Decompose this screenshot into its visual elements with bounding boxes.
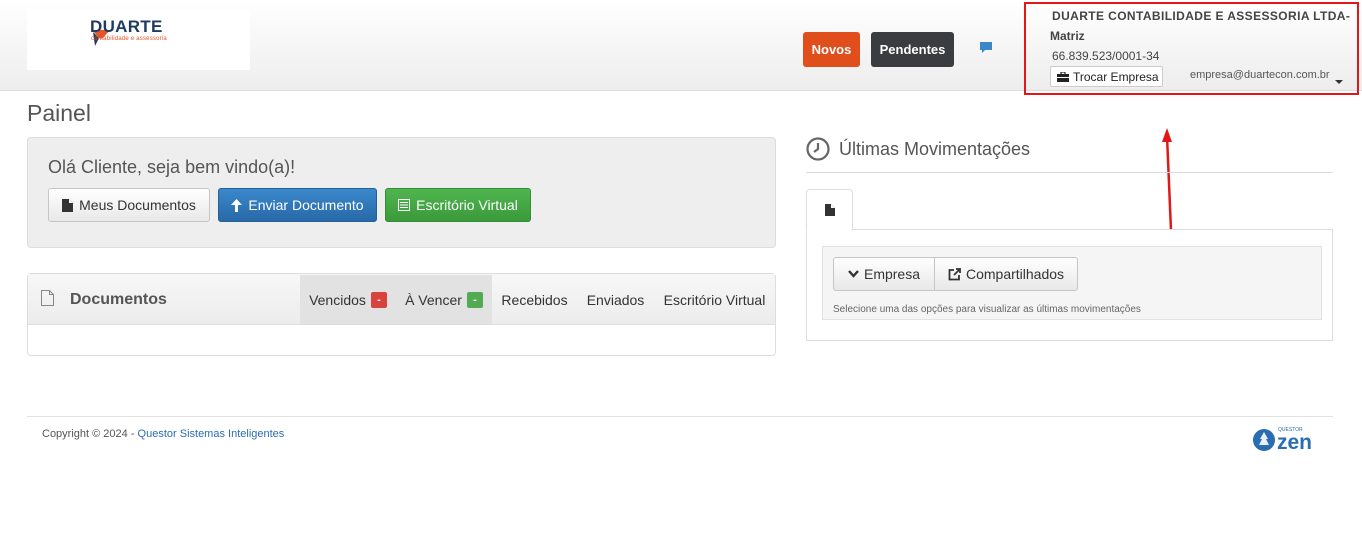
tab-enviados[interactable]: Enviados: [577, 275, 654, 324]
file-icon: [62, 198, 74, 212]
logo-tagline: contabilidade e assessoria: [91, 36, 167, 42]
tab-a-vencer[interactable]: À Vencer -: [396, 275, 492, 324]
compartilhados-button[interactable]: Compartilhados: [934, 257, 1078, 291]
company-cnpj: 66.839.523/0001-34: [1052, 49, 1160, 63]
copyright-text: Copyright © 2024 -: [42, 428, 138, 440]
pendentes-button[interactable]: Pendentes: [871, 32, 954, 67]
chevron-down-icon: [848, 270, 859, 278]
list-icon: [398, 199, 411, 211]
welcome-greeting: Olá Cliente, seja bem vindo(a)!: [48, 157, 296, 177]
tab-escritorio-virtual-label: Escritório Virtual: [663, 291, 766, 308]
user-email[interactable]: empresa@duartecon.com.br: [1190, 69, 1330, 81]
file-icon: [824, 204, 835, 216]
documents-title: Documentos: [70, 291, 167, 308]
clock-icon: [806, 137, 830, 161]
briefcase-icon: [1057, 71, 1069, 82]
enviar-documento-button[interactable]: Enviar Documento: [218, 188, 377, 222]
movements-title: Últimas Movimentações: [839, 139, 1031, 159]
file-outline-icon: [41, 290, 54, 306]
upload-icon: [231, 198, 243, 212]
escritorio-virtual-button[interactable]: Escritório Virtual: [385, 188, 531, 222]
tab-vencidos[interactable]: Vencidos -: [300, 275, 396, 324]
movements-divider: [806, 172, 1333, 173]
zen-text: zen: [1277, 431, 1312, 452]
share-icon: [948, 267, 961, 280]
empresa-button[interactable]: Empresa: [833, 257, 935, 291]
tab-recebidos[interactable]: Recebidos: [492, 275, 577, 324]
switch-company-label: Trocar Empresa: [1073, 69, 1159, 84]
novos-button[interactable]: Novos: [803, 32, 860, 67]
company-branch: Matriz: [1050, 29, 1085, 43]
page-title: Painel: [27, 100, 91, 126]
compartilhados-label: Compartilhados: [965, 266, 1065, 282]
tab-enviados-label: Enviados: [586, 291, 645, 308]
tab-recebidos-label: Recebidos: [501, 291, 568, 308]
copyright: Copyright © 2024 - Questor Sistemas Inte…: [42, 428, 284, 440]
tab-escritorio-virtual[interactable]: Escritório Virtual: [654, 275, 775, 324]
company-name: DUARTE CONTABILIDADE E ASSESSORIA LTDA-: [1052, 9, 1351, 23]
empresa-label: Empresa: [863, 266, 921, 282]
enviar-documento-label: Enviar Documento: [248, 197, 364, 213]
questor-zen-logo[interactable]: QUESTOR zen: [1252, 426, 1320, 452]
movements-hint: Selecione uma das opções para visualizar…: [833, 304, 1141, 315]
tab-vencidos-label: Vencidos: [309, 291, 366, 308]
escritorio-virtual-label: Escritório Virtual: [416, 197, 518, 213]
meus-documentos-label: Meus Documentos: [79, 197, 196, 213]
caret-down-icon[interactable]: [1335, 80, 1343, 84]
meus-documentos-button[interactable]: Meus Documentos: [48, 188, 210, 222]
logo-text: DUARTE: [90, 17, 163, 36]
questor-link[interactable]: Questor Sistemas Inteligentes: [138, 428, 285, 440]
chat-icon[interactable]: [979, 41, 993, 54]
logo[interactable]: DUARTE contabilidade e assessoria: [27, 10, 250, 70]
switch-company-button[interactable]: Trocar Empresa: [1050, 66, 1163, 87]
vencidos-badge: -: [370, 291, 387, 308]
footer-divider: [27, 416, 1333, 417]
tab-a-vencer-label: À Vencer: [405, 291, 462, 308]
movements-tab-documents[interactable]: [806, 189, 853, 231]
a-vencer-badge: -: [466, 291, 483, 308]
